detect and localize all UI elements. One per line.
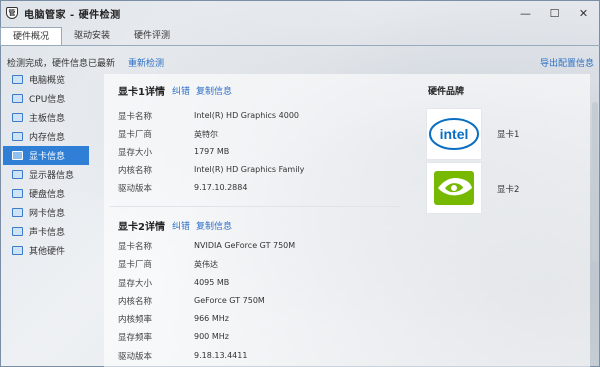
nvidia-logo — [426, 162, 482, 214]
sidebar-item-label: 其他硬件 — [29, 247, 66, 257]
gpu2-value-vram: 4095 MB — [194, 278, 230, 287]
gpu2-title: 显卡2详情 — [118, 222, 165, 233]
sidebar-item-cpu[interactable]: CPU信息 — [3, 89, 89, 108]
sidebar-item-sound-card[interactable]: 声卡信息 — [3, 222, 89, 241]
window-title: 电脑管家 - 硬件检测 — [24, 9, 121, 21]
sidebar-item-label: 内存信息 — [29, 133, 66, 143]
other-hardware-icon — [12, 246, 23, 255]
gpu-icon — [12, 151, 23, 160]
monitor-icon — [12, 170, 23, 179]
sidebar-item-label: 声卡信息 — [29, 228, 66, 238]
gpu1-value-name: Intel(R) HD Graphics 4000 — [194, 111, 300, 120]
gpu1-label-vram: 显存大小 — [118, 148, 153, 158]
sidebar-item-network-card[interactable]: 网卡信息 — [3, 203, 89, 222]
gpu2-label-mem-clock: 显存频率 — [118, 333, 153, 343]
tab-driver-install[interactable]: 驱动安装 — [62, 27, 122, 46]
gpu2-label-core: 内核名称 — [118, 297, 153, 307]
hardware-brand-title: 硬件品牌 — [428, 87, 465, 97]
gpu2-value-vendor: 英伟达 — [194, 260, 218, 269]
gpu2-value-mem-clock: 900 MHz — [194, 332, 229, 341]
gpu1-value-vram: 1797 MB — [194, 147, 230, 156]
cpu-icon — [12, 94, 23, 103]
sidebar-item-disk[interactable]: 硬盘信息 — [3, 184, 89, 203]
gpu2-value-core-clock: 966 MHz — [194, 314, 229, 323]
gpu2-label-name: 显卡名称 — [118, 242, 153, 252]
minimize-button[interactable]: — — [511, 0, 540, 26]
gpu2-correct-link[interactable]: 纠错 — [172, 219, 190, 232]
gpu2-value-core: GeForce GT 750M — [194, 296, 265, 305]
rescan-link[interactable]: 重新检测 — [128, 56, 164, 69]
shield-logo-icon: 管 — [6, 7, 18, 19]
tab-hardware-overview[interactable]: 硬件概况 — [0, 27, 63, 46]
gpu2-label-vram: 显存大小 — [118, 279, 153, 289]
sound-card-icon — [12, 227, 23, 236]
gpu2-label-vendor: 显卡厂商 — [118, 260, 153, 270]
gpu1-copy-link[interactable]: 复制信息 — [196, 84, 232, 97]
brand-gpu1-label: 显卡1 — [497, 130, 520, 140]
sidebar-item-gpu[interactable]: 显卡信息 — [3, 146, 89, 165]
gpu1-label-core: 内核名称 — [118, 166, 153, 176]
sidebar-item-label: 电脑概览 — [29, 76, 66, 86]
gpu1-correct-link[interactable]: 纠错 — [172, 84, 190, 97]
scrollbar-thumb[interactable] — [592, 102, 598, 262]
sidebar-item-label: 主板信息 — [29, 114, 66, 124]
gpu2-copy-link[interactable]: 复制信息 — [196, 219, 232, 232]
gpu2-label-driver: 驱动版本 — [118, 352, 153, 362]
computer-icon — [12, 75, 23, 84]
maximize-button[interactable]: ☐ — [540, 0, 569, 26]
tab-hardware-benchmark[interactable]: 硬件评测 — [122, 27, 182, 46]
tab-bar: 硬件概况 驱动安装 硬件评测 — [0, 27, 182, 46]
sidebar: 电脑概览 CPU信息 主板信息 内存信息 显卡信息 显示器信息 硬盘信息 网卡信… — [3, 70, 89, 260]
export-config-link[interactable]: 导出配置信息 — [540, 56, 594, 69]
scrollbar[interactable] — [591, 84, 599, 364]
sidebar-item-memory[interactable]: 内存信息 — [3, 127, 89, 146]
disk-icon — [12, 189, 23, 198]
sidebar-item-label: 显示器信息 — [29, 171, 75, 181]
scan-status-text: 检测完成，硬件信息已最新 — [7, 59, 116, 69]
sidebar-item-computer-overview[interactable]: 电脑概览 — [3, 70, 89, 89]
gpu2-value-driver: 9.18.13.4411 — [194, 351, 248, 360]
sidebar-item-label: CPU信息 — [29, 95, 66, 105]
svg-text:intel: intel — [440, 126, 469, 142]
sidebar-item-label: 硬盘信息 — [29, 190, 66, 200]
sidebar-item-motherboard[interactable]: 主板信息 — [3, 108, 89, 127]
gpu1-label-driver: 驱动版本 — [118, 184, 153, 194]
title-bar: 管 电脑管家 - 硬件检测 — ☐ ✕ — [0, 0, 598, 26]
sidebar-item-label: 显卡信息 — [29, 152, 66, 162]
sidebar-item-other-hardware[interactable]: 其他硬件 — [3, 241, 89, 260]
memory-icon — [12, 132, 23, 141]
gpu2-value-name: NVIDIA GeForce GT 750M — [194, 241, 296, 250]
network-card-icon — [12, 208, 23, 217]
gpu1-value-core: Intel(R) HD Graphics Family — [194, 165, 305, 174]
brand-gpu2-label: 显卡2 — [497, 185, 520, 195]
close-button[interactable]: ✕ — [569, 0, 598, 26]
gpu1-label-name: 显卡名称 — [118, 112, 153, 122]
sidebar-item-label: 网卡信息 — [29, 209, 66, 219]
gpu1-label-vendor: 显卡厂商 — [118, 130, 153, 140]
intel-logo: intel — [426, 108, 482, 160]
motherboard-icon — [12, 113, 23, 122]
section-divider — [110, 206, 400, 207]
gpu1-title: 显卡1详情 — [118, 87, 165, 98]
gpu1-value-driver: 9.17.10.2884 — [194, 183, 248, 192]
gpu1-value-vendor: 英特尔 — [194, 130, 218, 139]
tab-divider — [0, 45, 600, 46]
sidebar-item-monitor[interactable]: 显示器信息 — [3, 165, 89, 184]
gpu2-label-core-clock: 内核频率 — [118, 315, 153, 325]
